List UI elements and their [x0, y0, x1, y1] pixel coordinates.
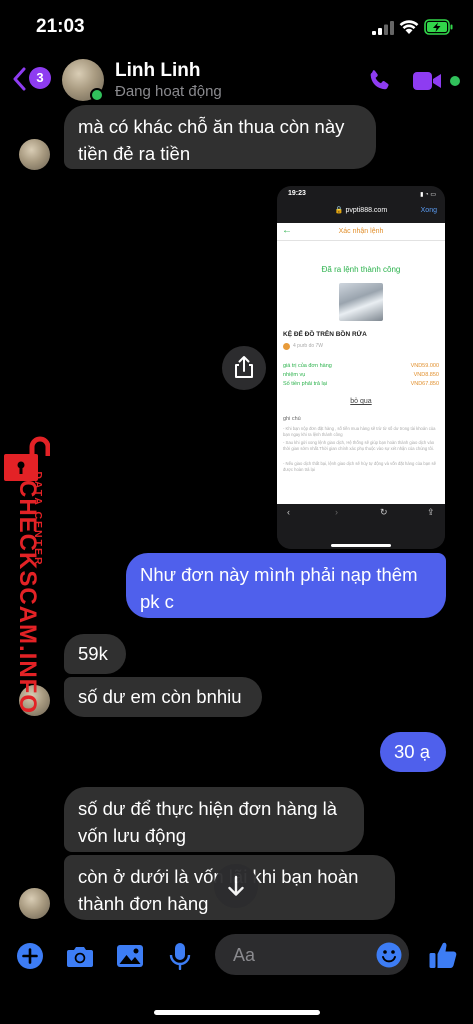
contact-status: Đang hoạt động [115, 83, 222, 100]
screenshot-row-label: nhiệm vụ [283, 372, 306, 378]
home-indicator [154, 1010, 320, 1015]
phone-call-icon[interactable] [366, 68, 392, 94]
screenshot-status-icons: ▮ ◔ ▭ [420, 192, 436, 198]
sent-message[interactable]: Như đơn này mình phải nạp thêm pk c [126, 553, 446, 618]
screenshot-page: ← Xác nhận lệnh Đã ra lệnh thành công KỆ… [277, 223, 445, 504]
message-line: số dư để thực hiện đơn hàng là [78, 798, 338, 819]
screenshot-row-value: VND59.000 [410, 363, 439, 369]
contact-avatar-small [19, 139, 50, 170]
screenshot-nav: ← Xác nhận lệnh [277, 223, 445, 241]
screenshot-note: - Nếu giao dịch thất bại, lệnh giao dịch… [283, 461, 436, 472]
status-bar: 21:03 [0, 0, 473, 56]
screenshot-time: 19:23 [288, 190, 306, 197]
back-button[interactable]: 3 [12, 65, 52, 93]
message-text: 30 ạ [394, 741, 431, 762]
screenshot-nav-title: Xác nhận lệnh [338, 228, 384, 235]
screenshot-row: Số tiền phải trả lại VND67.850 [283, 381, 439, 390]
scroll-to-bottom-button[interactable] [214, 864, 258, 908]
message-input-placeholder: Aa [233, 945, 256, 965]
message-text: 59k [78, 643, 108, 664]
received-message[interactable]: mà có khác chỗ ăn thua còn này tiền đẻ r… [64, 105, 376, 169]
emoji-icon[interactable] [376, 942, 402, 968]
screenshot-order-id: 4 purb do 7W [293, 343, 324, 349]
screenshot-note: - Sau khi gửi xong lệnh giao dịch, Hệ th… [283, 440, 435, 451]
received-message[interactable]: số dư để thực hiện đơn hàng là vốn lưu đ… [64, 787, 364, 852]
battery-charging-icon [424, 19, 453, 35]
message-composer: Aa [0, 930, 473, 986]
watermark: DATA CENTER CHECKSCAM.INFO [0, 436, 60, 714]
screenshot-row-label: giá trị của đơn hàng [283, 363, 332, 369]
thumbs-up-icon[interactable] [428, 940, 458, 970]
image-attachment[interactable]: 19:23 ▮ ◔ ▭ 🔒 pvpti888.com Xong ← Xác nh… [277, 186, 445, 549]
screenshot-row-value: VND67.850 [410, 381, 439, 387]
camera-icon[interactable] [66, 942, 94, 970]
screenshot-toolbar: ‹ › ↻ ⇪ [277, 504, 445, 549]
screenshot-back-icon: ‹ [287, 507, 290, 517]
received-message[interactable]: số dư em còn bnhiu [64, 677, 262, 717]
message-line: vốn lưu động [78, 825, 187, 846]
gallery-icon[interactable] [116, 942, 144, 970]
video-active-dot [450, 76, 460, 86]
watermark-title: CHECKSCAM.INFO [14, 480, 41, 714]
message-line: mà có khác chỗ ăn thua còn này [78, 116, 345, 137]
received-message[interactable]: 59k [64, 634, 126, 674]
unread-count-badge: 3 [29, 67, 51, 89]
screenshot-row: giá trị của đơn hàng VND59.000 [283, 363, 439, 372]
screenshot-row: nhiệm vụ VND8.850 [283, 372, 439, 381]
cellular-signal-icon [372, 21, 394, 35]
message-line: Như đơn này mình phải nạp thêm [140, 564, 418, 585]
message-input[interactable]: Aa [215, 934, 409, 975]
message-line: pk c [140, 591, 174, 612]
screenshot-url-text: pvpti888.com [345, 207, 388, 214]
screenshot-order-dot [283, 343, 290, 350]
contact-avatar-small [19, 888, 50, 919]
arrow-down-icon [228, 875, 244, 896]
screenshot-skip-link: bỏ qua [350, 398, 372, 405]
online-indicator [90, 88, 104, 102]
screenshot-product-name: KỆ ĐỂ ĐỒ TRÊN BỒN RỬA [283, 331, 367, 338]
contact-name[interactable]: Linh Linh [115, 60, 200, 82]
screenshot-product-image [339, 283, 383, 321]
plus-circle-icon[interactable] [16, 942, 44, 970]
video-call-icon[interactable] [412, 69, 442, 93]
wifi-icon [399, 20, 419, 34]
screenshot-reload-icon: ↻ [380, 507, 388, 517]
screenshot-forward-icon: › [335, 507, 338, 517]
screenshot-success-text: Đã ra lệnh thành công [321, 265, 401, 274]
screenshot-note: - Khi bạn nộp đơn đặt hàng , số tiền mua… [283, 426, 436, 437]
share-icon [235, 356, 253, 378]
message-line: tiền đẻ ra tiền [78, 143, 191, 164]
screenshot-row-label: Số tiền phải trả lại [283, 381, 328, 387]
screenshot-note-title: ghi chú [283, 416, 301, 422]
sent-message[interactable]: 30 ạ [380, 732, 446, 772]
microphone-icon[interactable] [166, 942, 194, 970]
share-button[interactable] [222, 346, 266, 390]
chevron-left-icon [13, 67, 26, 91]
screenshot-home-indicator [331, 544, 391, 547]
status-time: 21:03 [36, 16, 85, 37]
message-text: số dư em còn bnhiu [78, 686, 242, 707]
screenshot-row-value: VND8.850 [413, 372, 439, 378]
screenshot-done-label: Xong [420, 207, 437, 214]
chat-header: 3 Linh Linh Đang hoạt động [0, 52, 473, 108]
screenshot-share-icon: ⇪ [427, 507, 435, 517]
